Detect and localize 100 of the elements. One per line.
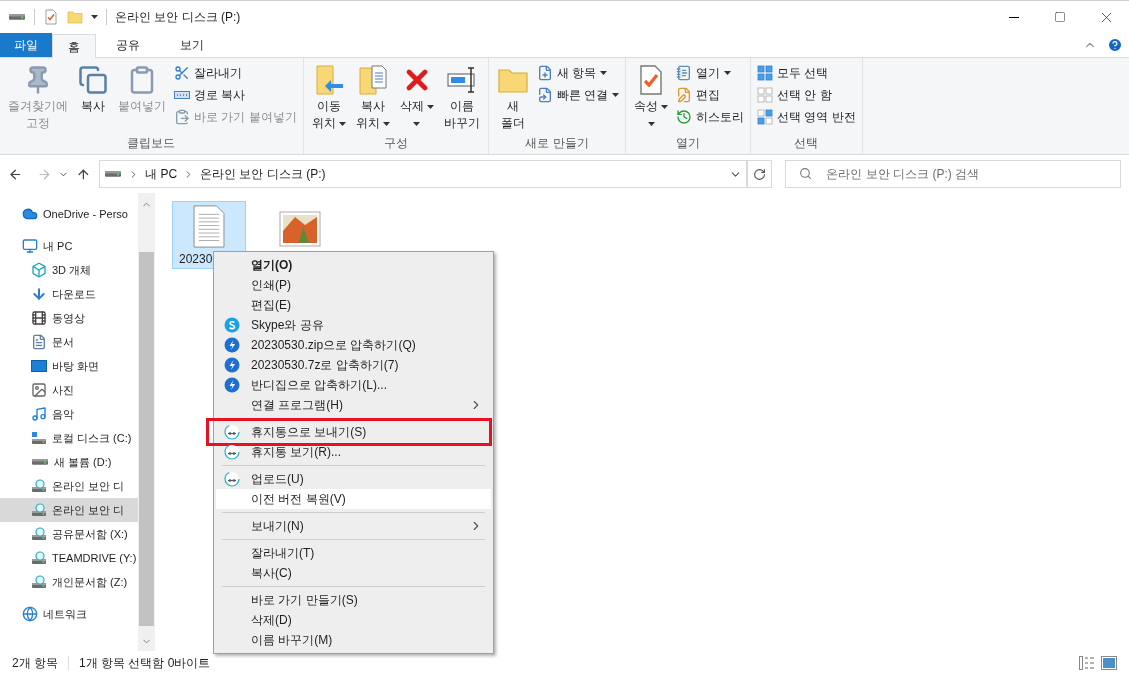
sidebar-item[interactable]: OneDrive - Perso bbox=[0, 202, 138, 226]
help-icon[interactable] bbox=[1107, 37, 1123, 53]
sidebar-label: 온라인 보안 디 bbox=[52, 478, 125, 494]
edit-file-icon bbox=[676, 86, 692, 103]
ribbon-button[interactable]: 빠른 연결 bbox=[536, 84, 619, 105]
breadcrumb[interactable]: 내 PC bbox=[145, 165, 178, 183]
ribbon-button[interactable]: 새 폴더 bbox=[492, 62, 533, 134]
group-label: 열기 bbox=[675, 135, 701, 152]
menu-item[interactable]: 삭제(D) bbox=[216, 610, 491, 630]
sidebar-item[interactable]: 음악 bbox=[0, 402, 138, 426]
ribbon-button[interactable]: 경로 복사 bbox=[174, 84, 297, 105]
ribbon-tab[interactable]: 공유 bbox=[96, 33, 160, 57]
menu-item[interactable]: 20230530.7z로 압축하기(7) bbox=[216, 355, 491, 375]
scrollbar-thumb[interactable] bbox=[139, 252, 154, 626]
sidebar-item[interactable]: 새 볼륨 (D:) bbox=[0, 450, 138, 474]
ribbon-button[interactable]: 모두 선택 bbox=[757, 62, 856, 83]
menu-label: 이름 바꾸기(M) bbox=[251, 632, 333, 649]
sidebar-item[interactable]: 온라인 보안 디 bbox=[0, 498, 138, 522]
ribbon-tab[interactable]: 보기 bbox=[160, 33, 224, 57]
address-bar[interactable]: 내 PC 온라인 보안 디스크 (P:) bbox=[99, 160, 747, 188]
breadcrumb[interactable]: 온라인 보안 디스크 (P:) bbox=[200, 165, 326, 183]
menu-item[interactable]: 연결 프로그램(H) bbox=[216, 395, 491, 415]
sidebar-item[interactable]: 문서 bbox=[0, 330, 138, 354]
film-icon bbox=[31, 310, 47, 326]
history-icon bbox=[676, 108, 692, 125]
menu-item[interactable]: 잘라내기(T) bbox=[216, 543, 491, 563]
sidebar-label: 바탕 화면 bbox=[52, 358, 100, 374]
lightning-circle-icon bbox=[224, 377, 240, 393]
caret-icon bbox=[382, 121, 390, 126]
sidebar-item[interactable]: 네트워크 bbox=[0, 602, 138, 626]
sidebar-item[interactable]: 로컬 디스크 (C:) bbox=[0, 426, 138, 450]
cloud-drive-icon bbox=[31, 526, 47, 542]
ribbon-button[interactable]: 잘라내기 bbox=[174, 62, 297, 83]
ribbon-button[interactable]: 이동 위치 bbox=[307, 62, 350, 134]
sidebar-item[interactable]: 다운로드 bbox=[0, 282, 138, 306]
menu-item[interactable]: 이름 바꾸기(M) bbox=[216, 630, 491, 650]
dropdown-caret-icon bbox=[91, 15, 98, 19]
refresh-button[interactable] bbox=[746, 160, 773, 188]
ribbon-button[interactable]: 편집 bbox=[676, 84, 744, 105]
cloud-drive-icon bbox=[31, 478, 47, 494]
menu-item[interactable]: 바로 가기 만들기(S) bbox=[216, 590, 491, 610]
menu-item[interactable]: 휴지통 보기(R)... bbox=[216, 442, 491, 462]
search-icon bbox=[799, 167, 813, 180]
sidebar-item[interactable]: 사진 bbox=[0, 378, 138, 402]
ribbon-button[interactable]: 선택 영역 반전 bbox=[757, 106, 856, 127]
menu-item[interactable]: 20230530.zip으로 압축하기(Q) bbox=[216, 335, 491, 355]
menu-item[interactable]: 편집(E) bbox=[216, 295, 491, 315]
ribbon-button[interactable]: 히스토리 bbox=[676, 106, 744, 127]
lightning-circle-icon bbox=[224, 357, 240, 373]
sidebar-label: 3D 개체 bbox=[52, 262, 92, 278]
menu-label: 이전 버전 복원(V) bbox=[251, 491, 346, 508]
image-file-icon bbox=[279, 211, 321, 247]
grid-filled-icon bbox=[757, 64, 773, 81]
ribbon-tab[interactable]: 파일 bbox=[0, 33, 52, 57]
ribbon-button[interactable]: 이름 바꾸기 bbox=[439, 62, 484, 134]
details-view-icon[interactable] bbox=[1079, 655, 1095, 670]
ribbon-button[interactable]: 열기 bbox=[676, 62, 744, 83]
sidebar-item[interactable]: 바탕 화면 bbox=[0, 354, 138, 378]
menu-item[interactable]: 보내기(N) bbox=[216, 516, 491, 536]
menu-label: Skype와 공유 bbox=[251, 317, 324, 334]
scrollbar[interactable] bbox=[138, 193, 155, 651]
group-label: 구성 bbox=[382, 135, 409, 152]
ribbon-button[interactable]: 복사 bbox=[74, 62, 112, 134]
file-name: 20230 bbox=[178, 251, 213, 268]
sidebar-label: 온라인 보안 디 bbox=[52, 502, 125, 518]
ribbon-button[interactable]: 새 항목 bbox=[536, 62, 619, 83]
ribbon-button[interactable]: 삭제 bbox=[395, 62, 438, 134]
ribbon-button[interactable]: 속성 bbox=[630, 62, 672, 134]
ribbon-tab[interactable]: 홈 bbox=[52, 34, 96, 58]
sidebar-item[interactable]: TEAMDRIVE (Y:) bbox=[0, 546, 138, 570]
sidebar-item[interactable]: 공유문서함 (X:) bbox=[0, 522, 138, 546]
menu-item[interactable]: 복사(C) bbox=[216, 563, 491, 583]
sidebar-item[interactable]: 동영상 bbox=[0, 306, 138, 330]
new-file-icon bbox=[536, 64, 553, 81]
s-circle-icon bbox=[224, 317, 240, 333]
menu-item[interactable]: Skype와 공유 bbox=[216, 315, 491, 335]
menu-item[interactable]: 휴지통으로 보내기(S) bbox=[216, 422, 491, 442]
sidebar-label: TEAMDRIVE (Y:) bbox=[52, 550, 137, 566]
sidebar-item[interactable]: 3D 개체 bbox=[0, 258, 138, 282]
monitor-icon bbox=[22, 238, 38, 254]
sidebar-item[interactable]: 온라인 보안 디 bbox=[0, 474, 138, 498]
ribbon-button[interactable]: 선택 안 함 bbox=[757, 84, 856, 105]
ribbon-button[interactable]: 복사 위치 bbox=[351, 62, 394, 134]
check-document-icon bbox=[43, 9, 59, 25]
search-field[interactable]: 온라인 보안 디스크 (P:) 검색 bbox=[785, 160, 1121, 188]
menu-label: 편집(E) bbox=[251, 297, 291, 314]
menu-item[interactable]: 업로드(U) bbox=[216, 469, 491, 489]
menu-item[interactable]: 이전 버전 복원(V) bbox=[216, 489, 491, 509]
group-label: 새로 만들기 bbox=[524, 135, 590, 152]
menu-item[interactable]: 인쇄(P) bbox=[216, 275, 491, 295]
large-icons-view-icon[interactable] bbox=[1101, 655, 1117, 670]
sidebar-item[interactable]: 개인문서함 (Z:) bbox=[0, 570, 138, 594]
document-icon bbox=[31, 334, 47, 350]
menu-label: 열기(O) bbox=[251, 257, 293, 274]
group-label: 선택 bbox=[793, 135, 820, 152]
cloud-icon bbox=[22, 206, 38, 222]
grid-empty-icon bbox=[757, 86, 773, 103]
sidebar-item[interactable]: 내 PC bbox=[0, 234, 138, 258]
paste-shortcut-icon bbox=[174, 108, 190, 125]
menu-item[interactable]: 반디집으로 압축하기(L)... bbox=[216, 375, 491, 395]
